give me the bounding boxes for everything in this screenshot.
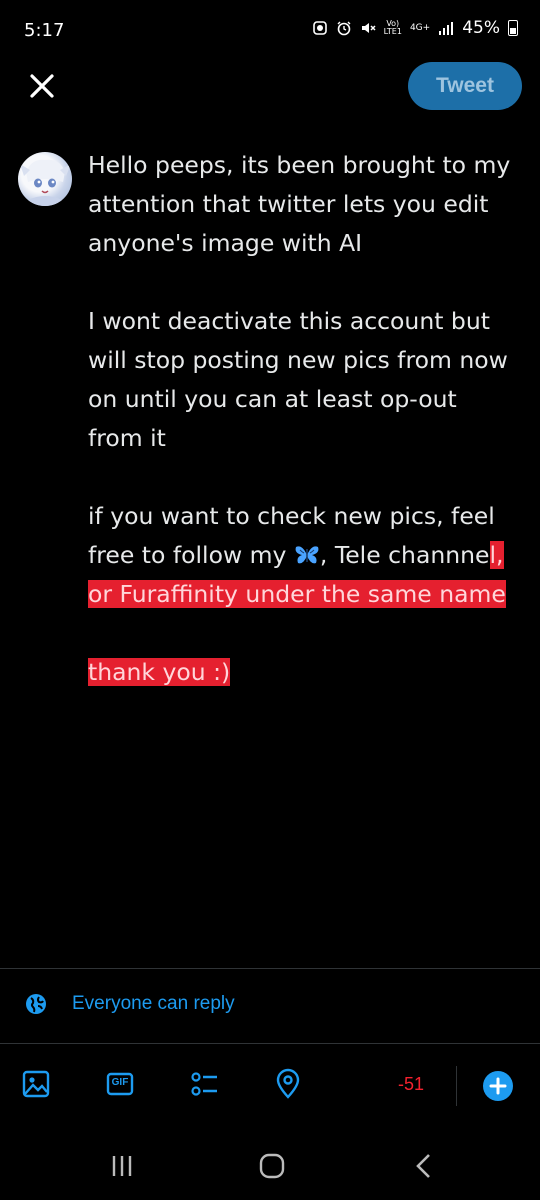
post-paragraph: Hello peeps, its been brought to my atte…: [88, 151, 511, 257]
system-nav-bar: [0, 1130, 540, 1200]
location-icon[interactable]: [272, 1068, 304, 1100]
status-bar: 5:17 Vo) LTE1 4G+ 45%: [0, 0, 540, 62]
character-count: -51: [398, 1074, 425, 1094]
post-paragraph: I wont deactivate this account but will …: [88, 307, 508, 452]
highlighted-text: thank you :): [88, 658, 231, 686]
globe-icon: [26, 994, 46, 1014]
add-thread-button[interactable]: [483, 1071, 513, 1101]
butterfly-emoji: [295, 546, 319, 564]
poll-icon[interactable]: [188, 1068, 220, 1100]
reply-setting-label: Everyone can reply: [72, 993, 235, 1014]
toolbar-divider: [456, 1066, 457, 1106]
signal-icon: [439, 22, 454, 35]
volte-indicator: Vo) LTE1: [383, 19, 402, 36]
battery-percent: 45%: [462, 18, 500, 38]
post-text-segment: , Tele channne: [319, 541, 490, 569]
post-paragraph: if you want to check new pics, feel free…: [88, 497, 518, 614]
plus-icon: [489, 1077, 507, 1095]
divider: [0, 1043, 540, 1044]
home-icon[interactable]: [252, 1152, 292, 1180]
status-time: 5:17: [24, 20, 65, 41]
network-type: 4G+: [409, 23, 431, 33]
avatar[interactable]: [18, 152, 72, 206]
back-icon[interactable]: [404, 1152, 444, 1180]
battery-icon: [508, 20, 518, 36]
post-paragraph: thank you :): [88, 653, 518, 692]
status-icons: Vo) LTE1 4G+ 45%: [312, 18, 518, 38]
divider: [0, 968, 540, 969]
mute-icon: [361, 23, 376, 33]
close-icon[interactable]: [24, 68, 60, 104]
alarm-clock-icon: [312, 21, 327, 35]
image-icon[interactable]: [20, 1068, 52, 1100]
post-composer[interactable]: Hello peeps, its been brought to my atte…: [88, 146, 518, 692]
tweet-button[interactable]: Tweet: [408, 62, 522, 110]
alarm-icon: [337, 21, 351, 36]
gif-label: GIF: [111, 1077, 129, 1088]
gif-icon[interactable]: GIF: [104, 1068, 136, 1100]
avatar-image: [20, 159, 71, 206]
reply-setting[interactable]: Everyone can reply: [24, 992, 235, 1016]
recent-apps-icon[interactable]: [102, 1152, 142, 1180]
